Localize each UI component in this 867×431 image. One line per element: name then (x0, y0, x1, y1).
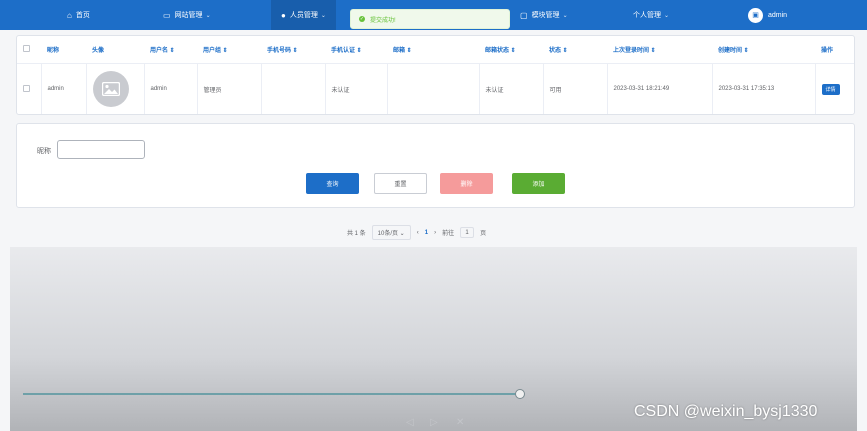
nav-home[interactable]: ⌂ 首页 (67, 0, 90, 30)
cell-created: 2023-03-31 17:35:13 (712, 63, 816, 114)
chevron-down-icon: ⌄ (320, 12, 326, 19)
select-all-checkbox[interactable] (23, 44, 30, 52)
check-icon: ✓ (359, 16, 365, 22)
page-size-value: 10条/页 (377, 231, 399, 237)
cell-phone-auth: 未认证 (325, 63, 388, 114)
col-group[interactable]: 用户组 ⇕ (197, 36, 261, 64)
row-checkbox[interactable] (23, 84, 30, 92)
col-nickname[interactable]: 昵称 (41, 36, 86, 64)
col-created[interactable]: 创建时间 ⇕ (712, 36, 815, 64)
chevron-down-icon: ⌄ (664, 12, 670, 19)
select-all-cell[interactable] (17, 36, 41, 64)
cell-status: 可用 (543, 63, 608, 114)
col-username[interactable]: 用户名 ⇕ (144, 36, 197, 64)
avatar: ▣ (748, 7, 763, 23)
cell-nickname: admin (41, 63, 87, 114)
success-toast: ✓ 提交成功! (350, 9, 510, 29)
next-icon[interactable]: ✕ (456, 417, 464, 428)
row-select-cell[interactable] (17, 63, 42, 114)
reset-button[interactable]: 重置 (374, 173, 427, 194)
col-phone[interactable]: 手机号码 ⇕ (261, 36, 325, 64)
user-icon: ● (281, 10, 286, 20)
chevron-down-icon: ⌄ (205, 12, 211, 19)
nickname-input[interactable] (57, 140, 145, 159)
goto-label: 前往 (442, 231, 455, 237)
nav-people-label: 人员管理 (289, 12, 318, 19)
cell-email (387, 63, 480, 114)
nav-website[interactable]: ▭ 网站管理 ⌄ (163, 0, 211, 30)
home-icon: ⌂ (67, 10, 72, 20)
nav-home-label: 首页 (75, 12, 90, 19)
delete-button[interactable]: 删除 (440, 173, 493, 194)
col-action: 操作 (815, 36, 854, 64)
col-phone-auth[interactable]: 手机认证 ⇕ (325, 36, 387, 64)
toast-message: 提交成功! (370, 17, 396, 24)
nav-module[interactable]: ▢ 模块管理 ⌄ (520, 0, 568, 30)
query-button[interactable]: 查询 (306, 173, 359, 194)
nav-people[interactable]: ● 人员管理 ⌄ (271, 0, 336, 30)
col-last-login[interactable]: 上次登录时间 ⇕ (607, 36, 712, 64)
nav-personal-label: 个人管理 (633, 12, 661, 19)
next-page-button[interactable]: › (434, 230, 436, 236)
cart-icon: ▭ (163, 10, 171, 20)
search-panel: 昵称 查询 重置 删除 添加 (16, 123, 855, 208)
nav-personal[interactable]: 个人管理 ⌄ (633, 0, 669, 30)
user-table: 昵称 头像 用户名 ⇕ 用户组 ⇕ 手机号码 ⇕ 手机认证 ⇕ 邮箱 ⇕ 邮箱状… (17, 36, 854, 114)
nav-website-label: 网站管理 (174, 12, 203, 19)
nickname-label: 昵称 (37, 148, 51, 155)
col-avatar: 头像 (86, 36, 144, 64)
watermark: CSDN @weixin_bysj1330 (634, 403, 818, 420)
detail-button[interactable]: 详情 (821, 83, 840, 95)
cell-phone (261, 63, 326, 114)
table-row: admin admin 管理员 未认证 未认证 可用 2023-03-31 18… (17, 63, 854, 114)
grid-icon: ▢ (520, 10, 528, 20)
image-placeholder-icon (92, 71, 129, 108)
table-header-row: 昵称 头像 用户名 ⇕ 用户组 ⇕ 手机号码 ⇕ 手机认证 ⇕ 邮箱 ⇕ 邮箱状… (17, 36, 854, 64)
video-progress-bar[interactable] (23, 393, 519, 395)
total-count: 共 1 条 (347, 231, 366, 237)
goto-page-input[interactable]: 1 (460, 227, 475, 238)
prev-page-button[interactable]: ‹ (417, 230, 419, 236)
prev-icon[interactable]: ◁ (406, 417, 414, 428)
cell-group: 管理员 (197, 63, 262, 114)
cell-last-login: 2023-03-31 18:21:49 (607, 63, 713, 114)
page-suffix: 页 (480, 231, 487, 237)
cell-email-status: 未认证 (479, 63, 544, 114)
pagination: 共 1 条 10条/页 ⌄ ‹ 1 › 前往 1 页 (347, 225, 486, 240)
progress-handle[interactable] (515, 389, 525, 399)
cell-avatar (86, 63, 145, 114)
page-size-select[interactable]: 10条/页 ⌄ (371, 225, 411, 240)
col-email[interactable]: 邮箱 ⇕ (387, 36, 479, 64)
username-label: admin (768, 11, 788, 19)
play-icon[interactable]: ▷ (430, 417, 438, 428)
page-number[interactable]: 1 (425, 230, 428, 236)
user-table-panel: 昵称 头像 用户名 ⇕ 用户组 ⇕ 手机号码 ⇕ 手机认证 ⇕ 邮箱 ⇕ 邮箱状… (16, 35, 855, 115)
cell-username: admin (144, 63, 198, 114)
cell-action: 详情 (815, 63, 854, 114)
chevron-down-icon: ⌄ (562, 12, 568, 19)
nav-module-label: 模块管理 (531, 12, 560, 19)
col-email-status[interactable]: 邮箱状态 ⇕ (479, 36, 543, 64)
add-button[interactable]: 添加 (512, 173, 565, 194)
user-menu[interactable]: ▣ admin (748, 0, 787, 30)
col-status[interactable]: 状态 ⇕ (543, 36, 607, 64)
